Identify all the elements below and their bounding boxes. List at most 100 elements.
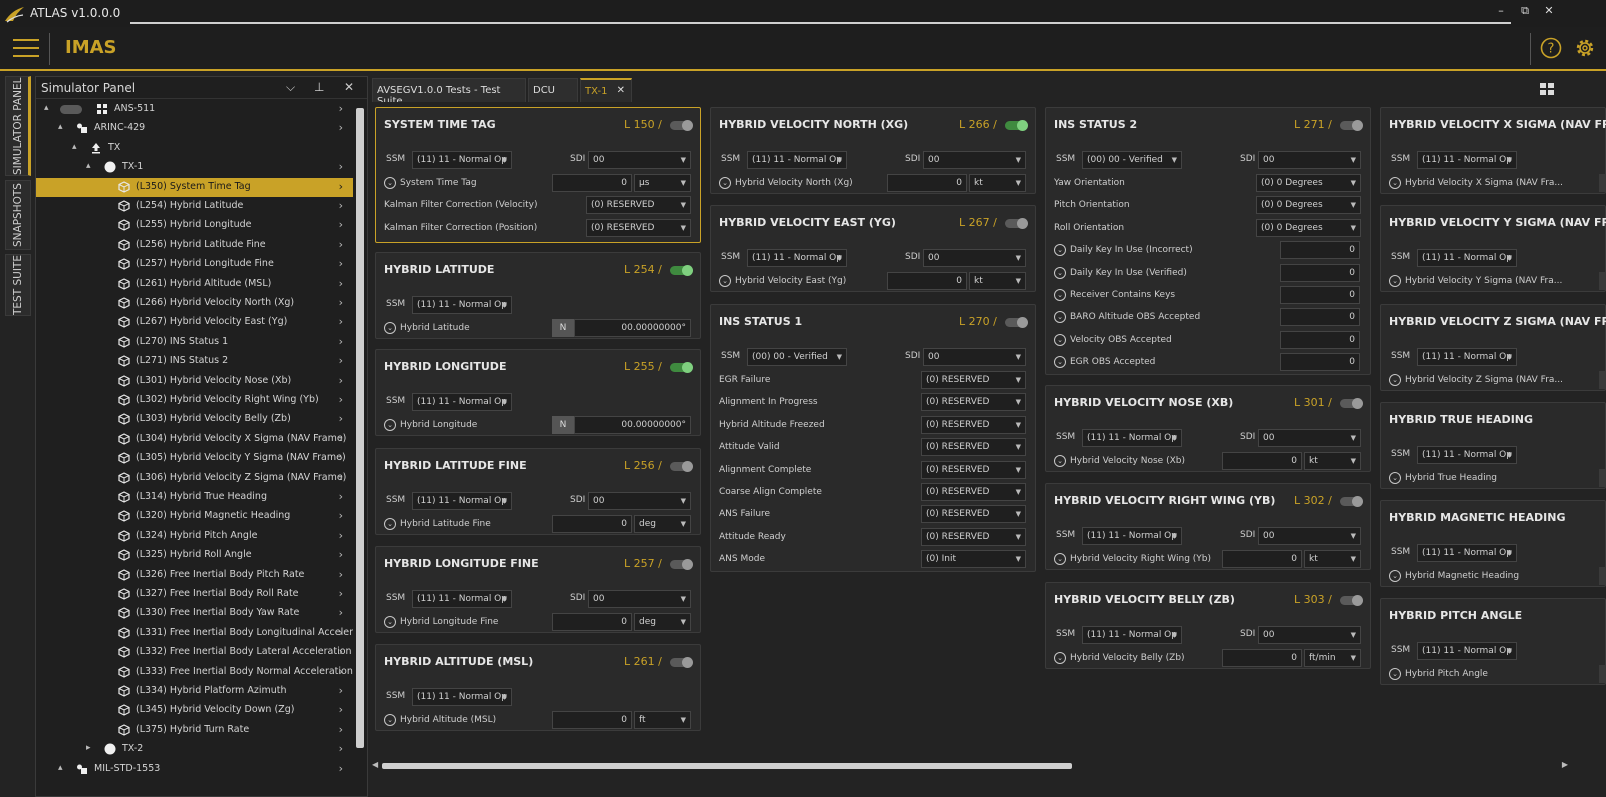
tree-row[interactable]: (L330) Free Inertial Body Yaw Rate › (36, 604, 353, 623)
expand-circle-icon[interactable]: ⌄ (719, 177, 731, 189)
sdi-select[interactable]: 00 ▼ (923, 151, 1026, 169)
tree-row[interactable]: (L332) Free Inertial Body Lateral Accele… (36, 643, 353, 662)
label-card[interactable]: SYSTEM TIME TAG L 150 / SSM (11) 11 - Norma… (375, 107, 701, 243)
tree-row[interactable]: (L261) Hybrid Altitude (MSL) › (36, 275, 353, 294)
label-card[interactable]: HYBRID VELOCITY BELLY (ZB) L 303 / SSM (11)… (1045, 582, 1371, 669)
value-input[interactable]: 0 (1222, 550, 1302, 568)
expand-circle-icon[interactable]: ⌄ (1054, 289, 1066, 301)
sdi-select[interactable]: 00 ▼ (1258, 151, 1361, 169)
tab-simulator-panel[interactable]: SIMULATOR PANEL (5, 76, 31, 176)
collapse-icon[interactable]: ⌵ (286, 80, 295, 95)
enum-select[interactable]: (0) RESERVED ▼ (921, 505, 1026, 524)
label-card[interactable]: HYBRID LONGITUDE L 255 / SSM (11) 11 - Norm… (375, 349, 701, 436)
enum-select[interactable]: (0) 0 Degrees ▼ (1256, 218, 1361, 237)
chevron-right-icon[interactable]: › (339, 296, 343, 309)
ssm-select[interactable]: (11) 11 - Normal Op ▼ (1417, 348, 1517, 366)
tree-row[interactable]: (L324) Hybrid Pitch Angle › (36, 527, 353, 546)
tree-row[interactable]: (L326) Free Inertial Body Pitch Rate › (36, 566, 353, 585)
ssm-select[interactable]: (11) 11 - Normal Op ▼ (747, 249, 847, 267)
chevron-right-icon[interactable]: › (339, 665, 343, 678)
unit-select[interactable]: ft/min ▼ (1304, 649, 1361, 667)
settings-gear-icon[interactable] (1573, 36, 1597, 60)
scroll-left-icon[interactable]: ◀ (372, 760, 378, 769)
tree-scrollbar-thumb[interactable] (356, 108, 364, 748)
value-input-partial[interactable] (1599, 469, 1606, 487)
enum-select[interactable]: (0) RESERVED ▼ (586, 218, 691, 237)
value-input[interactable]: 0 (887, 174, 967, 192)
enum-select[interactable]: (0) RESERVED ▼ (921, 393, 1026, 412)
enable-toggle[interactable] (1340, 398, 1363, 409)
expand-arrow-icon[interactable]: ▴ (72, 142, 77, 152)
expand-circle-icon[interactable]: ⌄ (384, 177, 396, 189)
tab-test-suite[interactable]: TEST SUITE (5, 254, 31, 316)
value-input-partial[interactable] (1599, 567, 1606, 585)
chevron-right-icon[interactable]: › (339, 412, 343, 425)
unit-select[interactable]: deg ▼ (634, 613, 691, 631)
tab-snapshots[interactable]: SNAPSHOTS (5, 180, 31, 250)
ssm-select[interactable]: (00) 00 - Verified ▼ (1082, 151, 1182, 169)
ssm-select[interactable]: (11) 11 - Normal Op ▼ (1417, 151, 1517, 169)
expand-circle-icon[interactable]: ⌄ (1054, 244, 1066, 257)
chevron-right-icon[interactable]: › (339, 432, 343, 445)
sdi-select[interactable]: 00 ▼ (588, 590, 691, 608)
unit-select[interactable]: kt ▼ (1304, 452, 1361, 470)
enable-toggle[interactable] (1005, 218, 1028, 229)
ssm-select[interactable]: (11) 11 - Normal Op ▼ (412, 492, 512, 510)
chevron-right-icon[interactable]: › (339, 626, 343, 639)
value-input[interactable]: 0 (1280, 353, 1360, 372)
sdi-select[interactable]: 00 ▼ (1258, 626, 1361, 644)
value-input[interactable]: 0 (552, 711, 632, 729)
enable-toggle[interactable] (1340, 120, 1363, 131)
tree-row[interactable]: (L375) Hybrid Turn Rate › (36, 721, 353, 740)
enum-select[interactable]: (0) 0 Degrees ▼ (1256, 174, 1361, 192)
chevron-right-icon[interactable]: › (339, 762, 343, 775)
unit-select[interactable]: ft ▼ (634, 711, 691, 729)
chevron-right-icon[interactable]: › (339, 587, 343, 600)
ssm-select[interactable]: (11) 11 - Normal Op ▼ (1082, 429, 1182, 447)
value-input[interactable]: 0 (552, 515, 632, 533)
expand-circle-icon[interactable]: ⌄ (1389, 570, 1401, 582)
enum-select[interactable]: (0) RESERVED ▼ (921, 371, 1026, 389)
unit-select[interactable]: µs ▼ (634, 174, 691, 192)
chevron-right-icon[interactable]: › (339, 471, 343, 484)
enable-toggle[interactable] (1005, 317, 1028, 328)
tree-row[interactable]: (L345) Hybrid Velocity Down (Zg) › (36, 701, 353, 720)
tree-row[interactable]: (L331) Free Inertial Body Longitudinal A… (36, 624, 353, 643)
close-panel-icon[interactable]: ✕ (344, 80, 354, 94)
tree-row[interactable]: (L301) Hybrid Velocity Nose (Xb) › (36, 372, 353, 391)
ssm-select[interactable]: (11) 11 - Normal Op ▼ (1082, 626, 1182, 644)
tab-dcu[interactable]: DCU (528, 78, 578, 102)
ssm-select[interactable]: (11) 11 - Normal Op ▼ (747, 151, 847, 169)
coordinate-input[interactable]: 00.00000000° (574, 416, 691, 434)
expand-circle-icon[interactable]: ⌄ (1389, 668, 1401, 680)
ssm-select[interactable]: (11) 11 - Normal Op ▼ (412, 151, 512, 169)
tree-row[interactable]: (L302) Hybrid Velocity Right Wing (Yb) › (36, 391, 353, 410)
minimize-button[interactable]: – (1494, 4, 1508, 17)
close-tab-icon[interactable]: ✕ (617, 85, 625, 96)
chevron-right-icon[interactable]: › (339, 257, 343, 270)
expand-circle-icon[interactable]: ⌄ (1054, 311, 1066, 324)
tree-row[interactable]: (L255) Hybrid Longitude › (36, 216, 353, 235)
restore-button[interactable]: ⧉ (1518, 4, 1532, 18)
tree-row[interactable]: (L333) Free Inertial Body Normal Acceler… (36, 663, 353, 682)
tree-row[interactable]: (L325) Hybrid Roll Angle › (36, 546, 353, 565)
chevron-right-icon[interactable]: › (339, 684, 343, 697)
enable-toggle[interactable] (670, 120, 693, 131)
ssm-select[interactable]: (11) 11 - Normal Op ▼ (412, 688, 512, 706)
enum-select[interactable]: (0) RESERVED ▼ (921, 527, 1026, 546)
enum-select[interactable]: (0) RESERVED ▼ (921, 483, 1026, 501)
expand-circle-icon[interactable]: ⌄ (1054, 356, 1066, 369)
expand-circle-icon[interactable]: ⌄ (1389, 275, 1401, 287)
chevron-right-icon[interactable]: › (339, 180, 343, 193)
node-toggle[interactable] (60, 105, 82, 114)
expand-circle-icon[interactable]: ⌄ (1054, 652, 1066, 664)
value-input[interactable]: 0 (552, 613, 632, 631)
pin-icon[interactable]: ⊥ (314, 80, 324, 94)
workspace-horizontal-scrollbar[interactable]: ◀ ▶ (370, 760, 1570, 772)
chevron-right-icon[interactable]: › (339, 548, 343, 561)
chevron-right-icon[interactable]: › (339, 606, 343, 619)
chevron-right-icon[interactable]: › (339, 160, 343, 173)
value-input[interactable]: 0 (1222, 649, 1302, 667)
chevron-right-icon[interactable]: › (339, 277, 343, 290)
enable-toggle[interactable] (1005, 120, 1028, 131)
